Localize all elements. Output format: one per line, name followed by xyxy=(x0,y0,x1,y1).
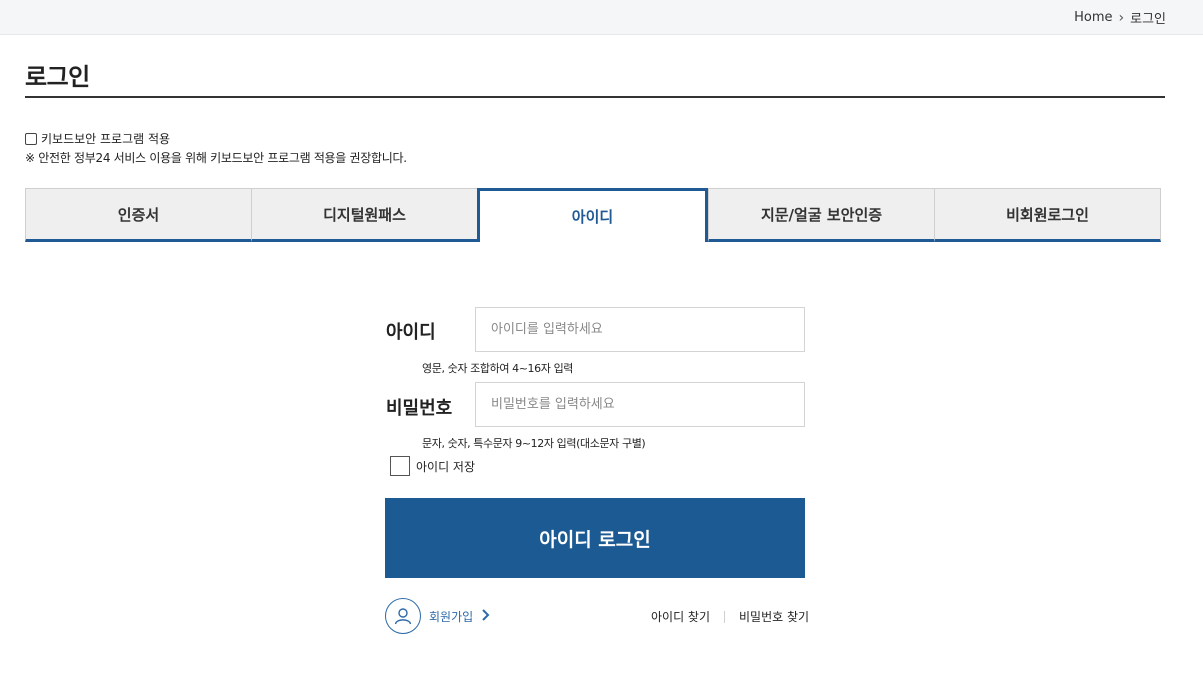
save-id-option[interactable]: 아이디 저장 xyxy=(390,456,475,476)
id-hint: 영문, 숫자 조합하여 4~16자 입력 xyxy=(422,362,574,375)
password-input[interactable] xyxy=(475,382,805,427)
password-hint: 문자, 숫자, 특수문자 9~12자 입력(대소문자 구별) xyxy=(422,437,646,450)
keyboard-security-note: ※ 안전한 정부24 서비스 이용을 위해 키보드보안 프로그램 적용을 권장합… xyxy=(25,151,407,165)
breadcrumb-home-link[interactable]: Home xyxy=(1074,10,1112,25)
top-bar: Home › 로그인 xyxy=(0,0,1203,35)
id-label: 아이디 xyxy=(386,322,436,343)
tab-non-member[interactable]: 비회원로그인 xyxy=(934,188,1161,242)
keyboard-security-option[interactable]: 키보드보안 프로그램 적용 xyxy=(25,130,170,147)
breadcrumb-current: 로그인 xyxy=(1130,12,1166,27)
keyboard-security-label: 키보드보안 프로그램 적용 xyxy=(41,132,171,146)
save-id-checkbox[interactable] xyxy=(390,456,410,476)
title-divider xyxy=(25,96,1165,98)
find-account-links: 아이디 찾기 비밀번호 찾기 xyxy=(651,608,809,625)
keyboard-security-checkbox[interactable] xyxy=(25,132,37,145)
signup-link[interactable]: 회원가입 xyxy=(385,598,491,634)
tab-digital-onepass[interactable]: 디지털원패스 xyxy=(251,188,477,242)
signup-label: 회원가입 xyxy=(429,609,474,624)
page-title: 로그인 xyxy=(25,63,90,91)
find-password-link[interactable]: 비밀번호 찾기 xyxy=(739,608,809,625)
breadcrumb: Home › 로그인 xyxy=(1074,8,1166,27)
id-login-button[interactable]: 아이디 로그인 xyxy=(385,498,805,578)
tab-certificate[interactable]: 인증서 xyxy=(25,188,251,242)
find-id-link[interactable]: 아이디 찾기 xyxy=(651,608,710,625)
link-divider xyxy=(724,610,726,623)
user-icon xyxy=(385,598,421,634)
login-method-tabs: 인증서 디지털원패스 아이디 지문/얼굴 보안인증 비회원로그인 xyxy=(25,188,1161,242)
tab-id[interactable]: 아이디 xyxy=(477,188,708,242)
save-id-label: 아이디 저장 xyxy=(416,459,476,474)
chevron-right-icon: › xyxy=(1118,9,1125,26)
tab-biometric[interactable]: 지문/얼굴 보안인증 xyxy=(708,188,934,242)
id-input[interactable] xyxy=(475,307,805,352)
password-label: 비밀번호 xyxy=(386,398,453,419)
chevron-right-icon xyxy=(481,608,491,624)
